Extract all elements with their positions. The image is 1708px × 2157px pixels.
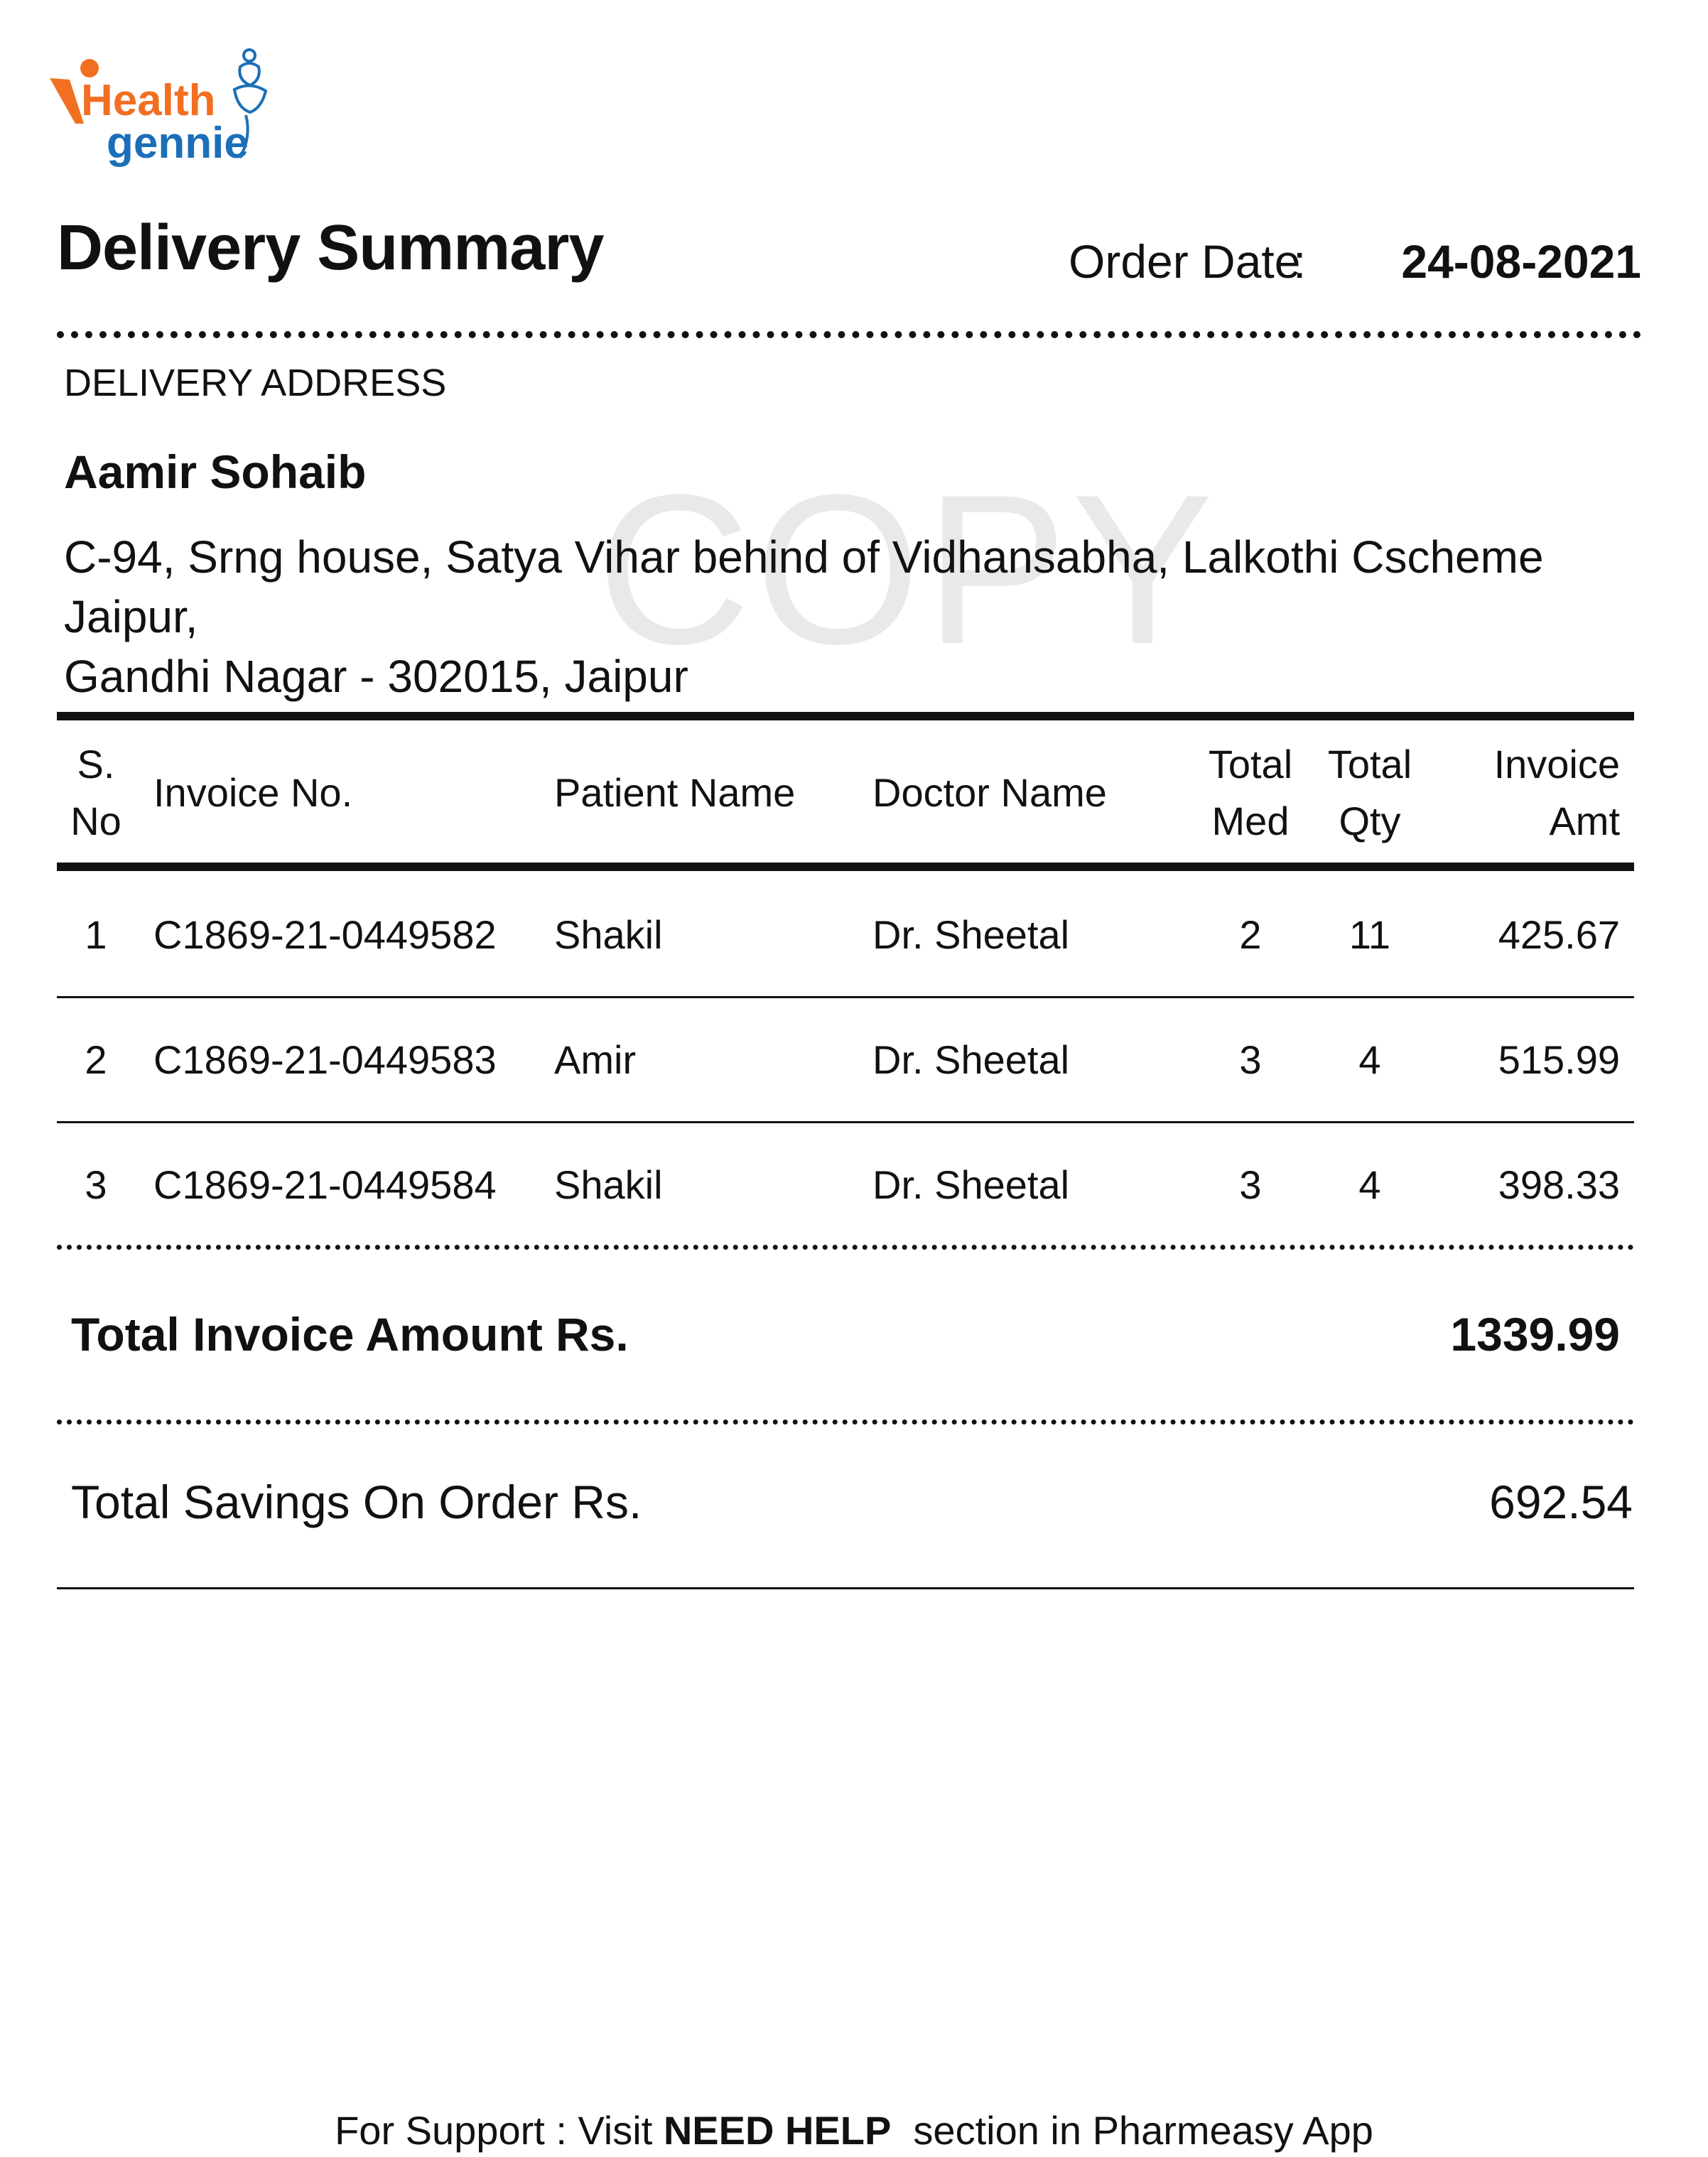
order-date-label: Order Date (1069, 235, 1301, 288)
row-total-med: 3 (1239, 1162, 1262, 1207)
total-invoice-value: 1339.99 (1450, 1308, 1620, 1361)
footer-prefix: For Support : Visit (335, 2108, 664, 2153)
row-doctor-name: Dr. Sheetal (872, 1162, 1070, 1207)
row-invoice-amt: 515.99 (1498, 1037, 1620, 1082)
row-sno: 2 (85, 1037, 107, 1082)
logo-figure-head (80, 59, 99, 77)
row-invoice-amt: 398.33 (1498, 1162, 1620, 1207)
header-total-med: Total Med (1208, 742, 1293, 843)
header-total-qty: Total Qty (1327, 742, 1412, 843)
logo-text-health: Health (81, 76, 215, 125)
row-doctor-name: Dr. Sheetal (872, 1037, 1070, 1082)
row-divider (57, 996, 1634, 998)
page-title: Delivery Summary (57, 212, 604, 283)
row-divider (57, 1121, 1634, 1123)
header-patient-name: Patient Name (554, 770, 796, 815)
row-sno: 3 (85, 1162, 107, 1207)
logo-figure-body (50, 78, 84, 124)
row-patient-name: Shakil (554, 912, 663, 957)
row-total-qty: 11 (1348, 912, 1391, 957)
delivery-address-label: DELIVERY ADDRESS (64, 362, 447, 404)
row-total-qty: 4 (1358, 1162, 1381, 1207)
savings-bottom-rule (57, 1587, 1634, 1589)
header-invoice-no: Invoice No. (153, 770, 353, 815)
total-savings-label: Total Savings On Order Rs. (71, 1476, 642, 1528)
recipient-name: Aamir Sohaib (64, 445, 367, 498)
order-date-value: 24-08-2021 (1401, 235, 1641, 288)
total-invoice-label: Total Invoice Amount Rs. (71, 1308, 629, 1361)
header-sno: S. No (70, 742, 121, 843)
delivery-address: C-94, Srng house, Satya Vihar behind of … (64, 527, 1655, 706)
totals-dotted-divider (57, 1420, 1634, 1425)
row-invoice-no: C1869-21-0449582 (153, 912, 497, 957)
row-patient-name: Amir (554, 1037, 637, 1082)
logo-text-gennie: gennie (107, 119, 249, 168)
need-help-label: NEED HELP (663, 2108, 892, 2153)
row-patient-name: Shakil (554, 1162, 663, 1207)
row-total-med: 3 (1239, 1037, 1262, 1082)
footer-suffix: section in Pharmeasy App (891, 2108, 1373, 2153)
address-line-2: Gandhi Nagar - 302015, Jaipur (64, 651, 688, 702)
total-savings-value: 692.54 (1489, 1476, 1633, 1528)
row-sno: 1 (85, 912, 107, 957)
header-doctor-name: Doctor Name (872, 770, 1107, 815)
table-bottom-dotted-divider (57, 1245, 1634, 1250)
table-header-rule (57, 863, 1634, 871)
address-line-1: C-94, Srng house, Satya Vihar behind of … (64, 531, 1544, 642)
row-total-med: 2 (1239, 912, 1262, 957)
healthgennie-logo: Health gennie (50, 48, 268, 168)
header-dotted-divider (57, 331, 1641, 338)
support-footer: For Support : Visit NEED HELP section in… (0, 2107, 1708, 2153)
row-doctor-name: Dr. Sheetal (872, 912, 1070, 957)
row-invoice-no: C1869-21-0449583 (153, 1037, 497, 1082)
row-invoice-no: C1869-21-0449584 (153, 1162, 497, 1207)
order-date-colon: : (1293, 235, 1307, 288)
row-total-qty: 4 (1358, 1037, 1381, 1082)
header-invoice-amt: Invoice Amt (1493, 742, 1620, 843)
row-invoice-amt: 425.67 (1498, 912, 1620, 957)
table-top-rule (57, 712, 1634, 720)
